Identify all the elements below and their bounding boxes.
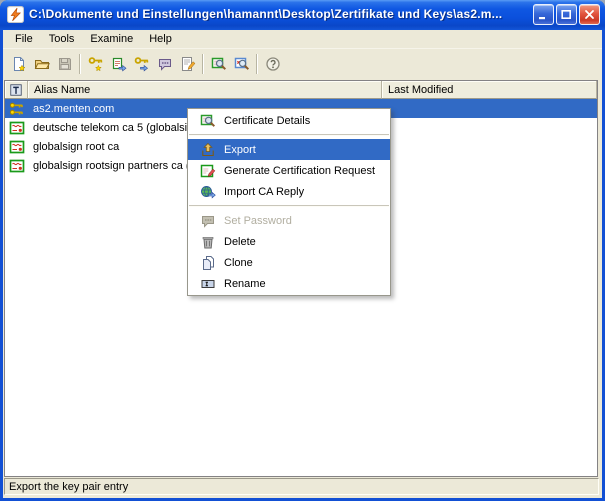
row-last-modified <box>382 137 597 156</box>
open-folder-icon <box>34 56 50 72</box>
keystore-report-button[interactable] <box>176 53 199 76</box>
save-floppy-icon <box>57 56 73 72</box>
table-header: Alias Name Last Modified <box>5 81 597 99</box>
new-keystore-button[interactable] <box>7 53 30 76</box>
menu-item-clone[interactable]: Clone <box>188 252 390 273</box>
import-key-pair-button[interactable] <box>130 53 153 76</box>
maximize-button[interactable] <box>556 4 577 25</box>
row-last-modified <box>382 118 597 137</box>
menu-item-import-ca-reply[interactable]: Import CA Reply <box>188 181 390 202</box>
row-last-modified <box>382 156 597 175</box>
set-keystore-password-button[interactable] <box>153 53 176 76</box>
trusted-certificate-icon <box>9 139 25 155</box>
application-window: C:\Dokumente und Einstellungen\hamannt\D… <box>0 0 605 501</box>
save-keystore-button <box>53 53 76 76</box>
menu-item-set-password: Set Password <box>188 210 390 231</box>
title-bar[interactable]: C:\Dokumente und Einstellungen\hamannt\D… <box>0 0 605 30</box>
toolbar-separator <box>256 54 258 74</box>
menu-item-export[interactable]: Export <box>188 139 390 160</box>
rename-box-icon <box>200 276 216 292</box>
examine-certificate-button[interactable] <box>207 53 230 76</box>
status-bar: Export the key pair entry <box>4 478 599 495</box>
certificate-arrow-icon <box>111 56 127 72</box>
menu-separator <box>189 134 389 136</box>
trusted-certificate-icon <box>9 120 25 136</box>
menu-item-rename[interactable]: Rename <box>188 273 390 294</box>
magnifier-certificate-icon <box>211 56 227 72</box>
row-last-modified <box>382 99 597 118</box>
menu-help[interactable]: Help <box>141 31 180 48</box>
globe-arrow-icon <box>200 184 216 200</box>
toolbar-separator <box>79 54 81 74</box>
key-arrow-icon <box>134 56 150 72</box>
menu-item-certificate-details[interactable]: Certificate Details <box>188 110 390 131</box>
menu-examine[interactable]: Examine <box>82 31 141 48</box>
speech-bubble-icon <box>157 56 173 72</box>
menu-tools[interactable]: Tools <box>41 31 83 48</box>
menu-item-delete[interactable]: Delete <box>188 231 390 252</box>
app-icon <box>7 6 24 23</box>
key-pair-icon <box>9 101 25 117</box>
import-trusted-certificate-button[interactable] <box>107 53 130 76</box>
column-header-last-modified[interactable]: Last Modified <box>382 81 597 99</box>
help-button[interactable] <box>261 53 284 76</box>
new-document-icon <box>11 56 27 72</box>
column-header-alias[interactable]: Alias Name <box>28 81 382 99</box>
trusted-certificate-icon <box>9 158 25 174</box>
speech-bubble-icon <box>200 213 216 229</box>
magnifier-certificate-icon <box>200 113 216 129</box>
key-star-icon <box>88 56 104 72</box>
minimize-button[interactable] <box>533 4 554 25</box>
report-pencil-icon <box>180 56 196 72</box>
window-title: C:\Dokumente und Einstellungen\hamannt\D… <box>29 7 527 21</box>
menu-item-generate-certification-request[interactable]: Generate Certification Request <box>188 160 390 181</box>
export-arrow-icon <box>200 142 216 158</box>
toolbar <box>3 49 602 79</box>
certificate-pencil-icon <box>200 163 216 179</box>
menu-file[interactable]: File <box>7 31 41 48</box>
question-mark-icon <box>265 56 281 72</box>
trash-icon <box>200 234 216 250</box>
open-keystore-button[interactable] <box>30 53 53 76</box>
column-header-type[interactable] <box>5 81 28 99</box>
close-button[interactable] <box>579 4 600 25</box>
context-menu: Certificate Details Export Generate Cert… <box>187 108 391 296</box>
status-text: Export the key pair entry <box>9 481 128 493</box>
copy-pages-icon <box>200 255 216 271</box>
menu-bar: File Tools Examine Help <box>3 30 602 49</box>
type-column-icon <box>9 83 23 97</box>
examine-crl-button[interactable] <box>230 53 253 76</box>
generate-key-pair-button[interactable] <box>84 53 107 76</box>
menu-separator <box>189 205 389 207</box>
magnifier-crl-icon <box>234 56 250 72</box>
toolbar-separator <box>202 54 204 74</box>
